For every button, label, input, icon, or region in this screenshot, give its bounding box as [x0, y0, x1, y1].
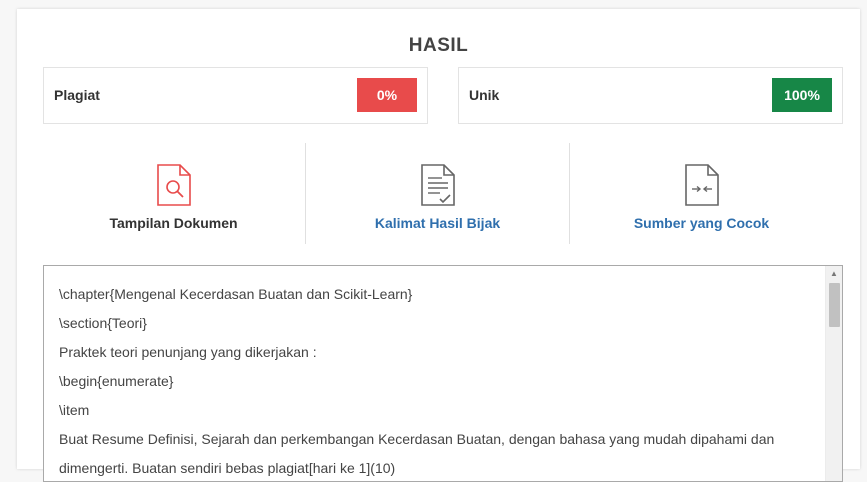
document-text-area[interactable]: \chapter{Mengenal Kecerdasan Buatan dan …	[43, 265, 843, 482]
document-line: \section{Teori}	[59, 315, 147, 331]
tool-document-view[interactable]: Tampilan Dokumen	[42, 143, 305, 244]
scroll-up-arrow-icon[interactable]: ▲	[826, 268, 842, 280]
page-title: HASIL	[408, 35, 469, 56]
scroll-thumb[interactable]	[829, 283, 840, 327]
document-line: dimengerti. Buatan sendiri bebas plagiat…	[59, 460, 396, 476]
tool-document-view-label: Tampilan Dokumen	[109, 215, 238, 231]
document-line: \item	[59, 402, 90, 418]
tool-matching-sources[interactable]: Sumber yang Cocok	[570, 143, 833, 244]
plagiarism-score-panel: Plagiat 0%	[43, 67, 428, 124]
vertical-scrollbar[interactable]: ▲	[825, 266, 842, 481]
document-search-icon	[156, 164, 191, 206]
plagiarism-percent-badge: 0%	[357, 78, 417, 112]
unique-label: Unik	[469, 87, 500, 103]
results-card: HASIL Plagiat 0% Unik 100% Tampilan Doku…	[17, 9, 860, 482]
document-text: \chapter{Mengenal Kecerdasan Buatan dan …	[59, 280, 819, 481]
document-line: Buat Resume Definisi, Sejarah dan perkem…	[59, 431, 775, 447]
plagiarism-label: Plagiat	[54, 87, 100, 103]
unique-score-panel: Unik 100%	[458, 67, 843, 124]
document-line: \chapter{Mengenal Kecerdasan Buatan dan …	[59, 286, 413, 302]
tool-wise-sentences[interactable]: Kalimat Hasil Bijak	[306, 143, 569, 244]
document-line: \begin{enumerate}	[59, 373, 174, 389]
tool-wise-sentences-label: Kalimat Hasil Bijak	[374, 215, 501, 231]
unique-percent-badge: 100%	[772, 78, 832, 112]
document-compare-icon	[684, 164, 719, 206]
document-check-icon	[420, 164, 455, 206]
document-line: Praktek teori penunjang yang dikerjakan …	[59, 344, 317, 360]
result-tools: Tampilan Dokumen Kalimat Hasil Bijak Sum…	[42, 143, 832, 244]
tool-matching-sources-label: Sumber yang Cocok	[633, 215, 770, 231]
